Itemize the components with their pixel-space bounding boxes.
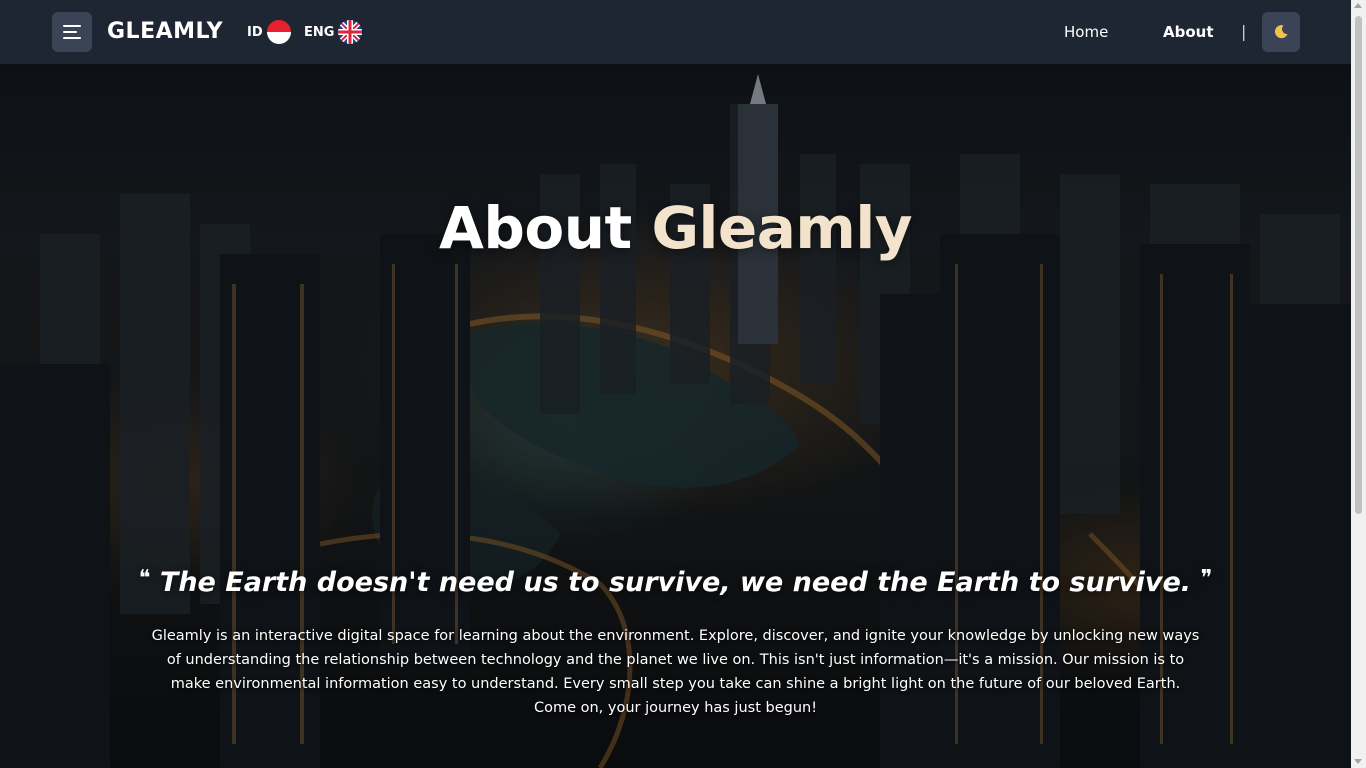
brand-logo[interactable]: GLEAMLY — [107, 19, 223, 44]
uk-flag-icon — [338, 20, 363, 44]
quote-close-icon: ❞ — [1200, 566, 1213, 591]
hero-description: Gleamly is an interactive digital space … — [151, 628, 1200, 716]
title-main: About — [438, 194, 632, 262]
language-code: ENG — [304, 24, 335, 40]
quote-open-icon: ❝ — [138, 566, 151, 591]
moon-icon — [1274, 25, 1288, 39]
language-code: ID — [247, 24, 263, 40]
nav-link-about[interactable]: About — [1163, 23, 1214, 41]
nav-link-home[interactable]: Home — [1064, 23, 1108, 41]
menu-button[interactable] — [52, 12, 92, 52]
language-option-eng[interactable]: ENG — [304, 20, 363, 44]
indonesia-flag-icon — [266, 20, 291, 44]
scroll-down-icon[interactable] — [1354, 759, 1362, 764]
nav-separator: | — [1241, 22, 1247, 41]
scroll-up-icon[interactable] — [1354, 3, 1362, 8]
language-option-id[interactable]: ID — [247, 20, 291, 44]
theme-toggle-button[interactable] — [1262, 12, 1300, 52]
quote-text: The Earth doesn't need us to survive, we… — [159, 567, 1192, 598]
page-scrollbar[interactable] — [1351, 0, 1366, 768]
page-title: About Gleamly — [0, 194, 1351, 262]
title-accent: Gleamly — [651, 194, 913, 262]
hero-quote: ❝ The Earth doesn't need us to survive, … — [0, 566, 1351, 598]
hero-section: About Gleamly ❝ The Earth doesn't need u… — [0, 64, 1351, 768]
scroll-thumb[interactable] — [1355, 16, 1362, 514]
hamburger-menu-icon — [63, 25, 81, 39]
top-navbar: GLEAMLY ID ENG Home About | — [0, 0, 1351, 64]
